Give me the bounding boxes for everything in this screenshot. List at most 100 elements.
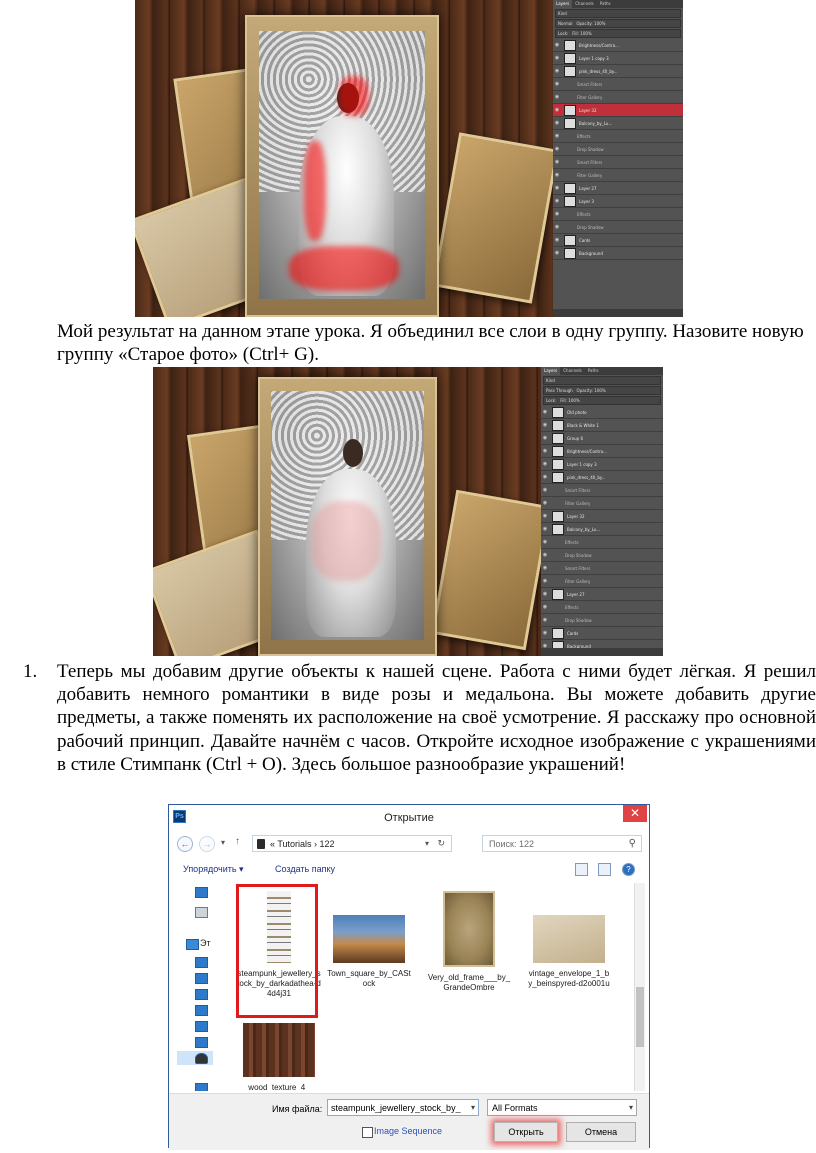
search-input[interactable]: Поиск: 122 ⚲ xyxy=(482,835,642,852)
blend-mode[interactable]: Normal Opacity: 100% xyxy=(555,19,681,28)
folder-icon[interactable] xyxy=(195,887,208,898)
network-icon[interactable] xyxy=(195,1083,208,1091)
eye-icon[interactable]: ◉ xyxy=(541,630,549,636)
pictures-icon[interactable] xyxy=(195,1021,208,1032)
tab-channels[interactable]: Channels xyxy=(560,367,585,375)
eye-icon[interactable]: ◉ xyxy=(541,617,549,623)
eye-icon[interactable]: ◉ xyxy=(553,250,561,256)
eye-icon[interactable]: ◉ xyxy=(553,42,561,48)
desktop-icon[interactable] xyxy=(195,957,208,968)
drive-icon[interactable] xyxy=(195,1053,208,1064)
eye-icon[interactable]: ◉ xyxy=(541,539,549,545)
file-list-scrollbar[interactable] xyxy=(634,883,645,1091)
eye-icon[interactable]: ◉ xyxy=(541,487,549,493)
layer-row[interactable]: ◉ Smart Filters xyxy=(553,156,683,169)
tab-paths[interactable]: Paths xyxy=(597,0,614,8)
organize-button[interactable]: Упорядочить ▾ xyxy=(183,864,244,875)
layer-row[interactable]: ◉ Cards xyxy=(553,234,683,247)
eye-icon[interactable]: ◉ xyxy=(553,224,561,230)
eye-icon[interactable]: ◉ xyxy=(541,604,549,610)
layer-row[interactable]: ◉ pink_dress_40_by... xyxy=(553,65,683,78)
tab-layers[interactable]: Layers xyxy=(553,0,573,8)
eye-icon[interactable]: ◉ xyxy=(553,237,561,243)
forward-arrow-icon[interactable]: → xyxy=(199,836,215,852)
layer-row[interactable]: ◉ Layer 1 copy 3 xyxy=(553,52,683,65)
eye-icon[interactable]: ◉ xyxy=(541,409,549,415)
layer-row[interactable]: ◉ Balcony_by_Lu... xyxy=(553,117,683,130)
eye-icon[interactable]: ◉ xyxy=(553,198,561,204)
layer-row[interactable]: ◉ pink_dress_40_by... xyxy=(541,471,663,484)
layer-row[interactable]: ◉ Layer 27 xyxy=(553,182,683,195)
back-arrow-icon[interactable]: ← xyxy=(177,836,193,852)
address-bar[interactable]: « Tutorials › 122 ▾ ↻ xyxy=(252,835,452,852)
cancel-button[interactable]: Отмена xyxy=(566,1122,636,1142)
eye-icon[interactable]: ◉ xyxy=(553,185,561,191)
file-item[interactable]: vintage_envelope_1_by_beinspyred-d2o001u xyxy=(527,891,611,989)
layer-row[interactable]: ◉ Filter Gallery xyxy=(541,575,663,588)
layer-row[interactable]: ◉ Layer 32 xyxy=(541,510,663,523)
file-item[interactable]: wood_texture_4_ xyxy=(237,1023,321,1091)
tab-paths[interactable]: Paths xyxy=(585,367,602,375)
chevron-down-icon[interactable]: ▾ xyxy=(425,839,429,848)
layer-row[interactable]: ◉ Layer 27 xyxy=(541,588,663,601)
lock-row[interactable]: Lock: Fill: 100% xyxy=(555,29,681,38)
layer-row[interactable]: ◉ Black & White 1 xyxy=(541,419,663,432)
eye-icon[interactable]: ◉ xyxy=(553,133,561,139)
layer-row[interactable]: ◉ Drop Shadow xyxy=(541,549,663,562)
eye-icon[interactable]: ◉ xyxy=(541,461,549,467)
eye-icon[interactable]: ◉ xyxy=(541,552,549,558)
layer-row[interactable]: ◉ Drop Shadow xyxy=(553,221,683,234)
layer-row[interactable]: ◉ Group 6 xyxy=(541,432,663,445)
view-mode-icon[interactable] xyxy=(574,863,588,876)
chevron-down-icon[interactable]: ▾ xyxy=(471,1103,475,1112)
layer-row[interactable]: ◉ Layer 3 xyxy=(553,195,683,208)
help-icon[interactable]: ? xyxy=(622,863,635,876)
up-arrow-icon[interactable]: ↑ xyxy=(235,836,240,847)
image-sequence-checkbox[interactable] xyxy=(362,1127,373,1138)
eye-icon[interactable]: ◉ xyxy=(553,94,561,100)
layer-row[interactable]: ◉ Effects xyxy=(541,536,663,549)
videos-icon[interactable] xyxy=(195,1037,208,1048)
blend-mode[interactable]: Pass Through Opacity: 100% xyxy=(543,386,661,395)
new-folder-button[interactable]: Создать папку xyxy=(275,864,335,874)
eye-icon[interactable]: ◉ xyxy=(541,513,549,519)
downloads-icon[interactable] xyxy=(195,989,208,1000)
preview-pane-icon[interactable] xyxy=(598,863,612,876)
layer-row[interactable]: ◉ Balcony_by_Lu... xyxy=(541,523,663,536)
layer-row[interactable]: ◉ Old photo xyxy=(541,406,663,419)
documents-icon[interactable] xyxy=(195,973,208,984)
layer-row[interactable]: ◉ Smart Filters xyxy=(553,78,683,91)
kind-filter[interactable]: Kind xyxy=(543,376,661,385)
scroll-thumb[interactable] xyxy=(636,987,644,1047)
layer-row[interactable]: ◉ Brightness/Contra... xyxy=(553,39,683,52)
eye-icon[interactable]: ◉ xyxy=(553,68,561,74)
eye-icon[interactable]: ◉ xyxy=(553,81,561,87)
layer-row[interactable]: ◉ Brightness/Contra... xyxy=(541,445,663,458)
layer-row[interactable]: ◉ Filter Gallery xyxy=(553,169,683,182)
nav-item-this-pc[interactable]: Эт xyxy=(200,938,211,948)
open-button[interactable]: Открыть xyxy=(494,1122,558,1142)
eye-icon[interactable]: ◉ xyxy=(541,500,549,506)
eye-icon[interactable]: ◉ xyxy=(553,120,561,126)
file-item[interactable]: Very_old_frame___by_GrandeOmbre xyxy=(427,891,511,993)
eye-icon[interactable]: ◉ xyxy=(553,172,561,178)
eye-icon[interactable]: ◉ xyxy=(541,422,549,428)
eye-icon[interactable]: ◉ xyxy=(541,435,549,441)
refresh-icon[interactable]: ↻ xyxy=(437,838,445,849)
eye-icon[interactable]: ◉ xyxy=(541,526,549,532)
chevron-down-icon[interactable]: ▾ xyxy=(629,1103,633,1112)
layer-row[interactable]: ◉ Effects xyxy=(553,130,683,143)
tab-channels[interactable]: Channels xyxy=(572,0,597,8)
eye-icon[interactable]: ◉ xyxy=(541,591,549,597)
layer-row[interactable]: ◉ Layer 32 xyxy=(553,104,683,117)
music-icon[interactable] xyxy=(195,1005,208,1016)
eye-icon[interactable]: ◉ xyxy=(553,55,561,61)
layer-row[interactable]: ◉ Effects xyxy=(541,601,663,614)
layer-row[interactable]: ◉ Effects xyxy=(553,208,683,221)
close-button[interactable]: ✕ xyxy=(623,805,647,822)
layer-row[interactable]: ◉ Cards xyxy=(541,627,663,640)
eye-icon[interactable]: ◉ xyxy=(541,448,549,454)
lock-row[interactable]: Lock: Fill: 100% xyxy=(543,396,661,405)
eye-icon[interactable]: ◉ xyxy=(541,565,549,571)
recent-dropdown-icon[interactable]: ▾ xyxy=(221,838,225,847)
